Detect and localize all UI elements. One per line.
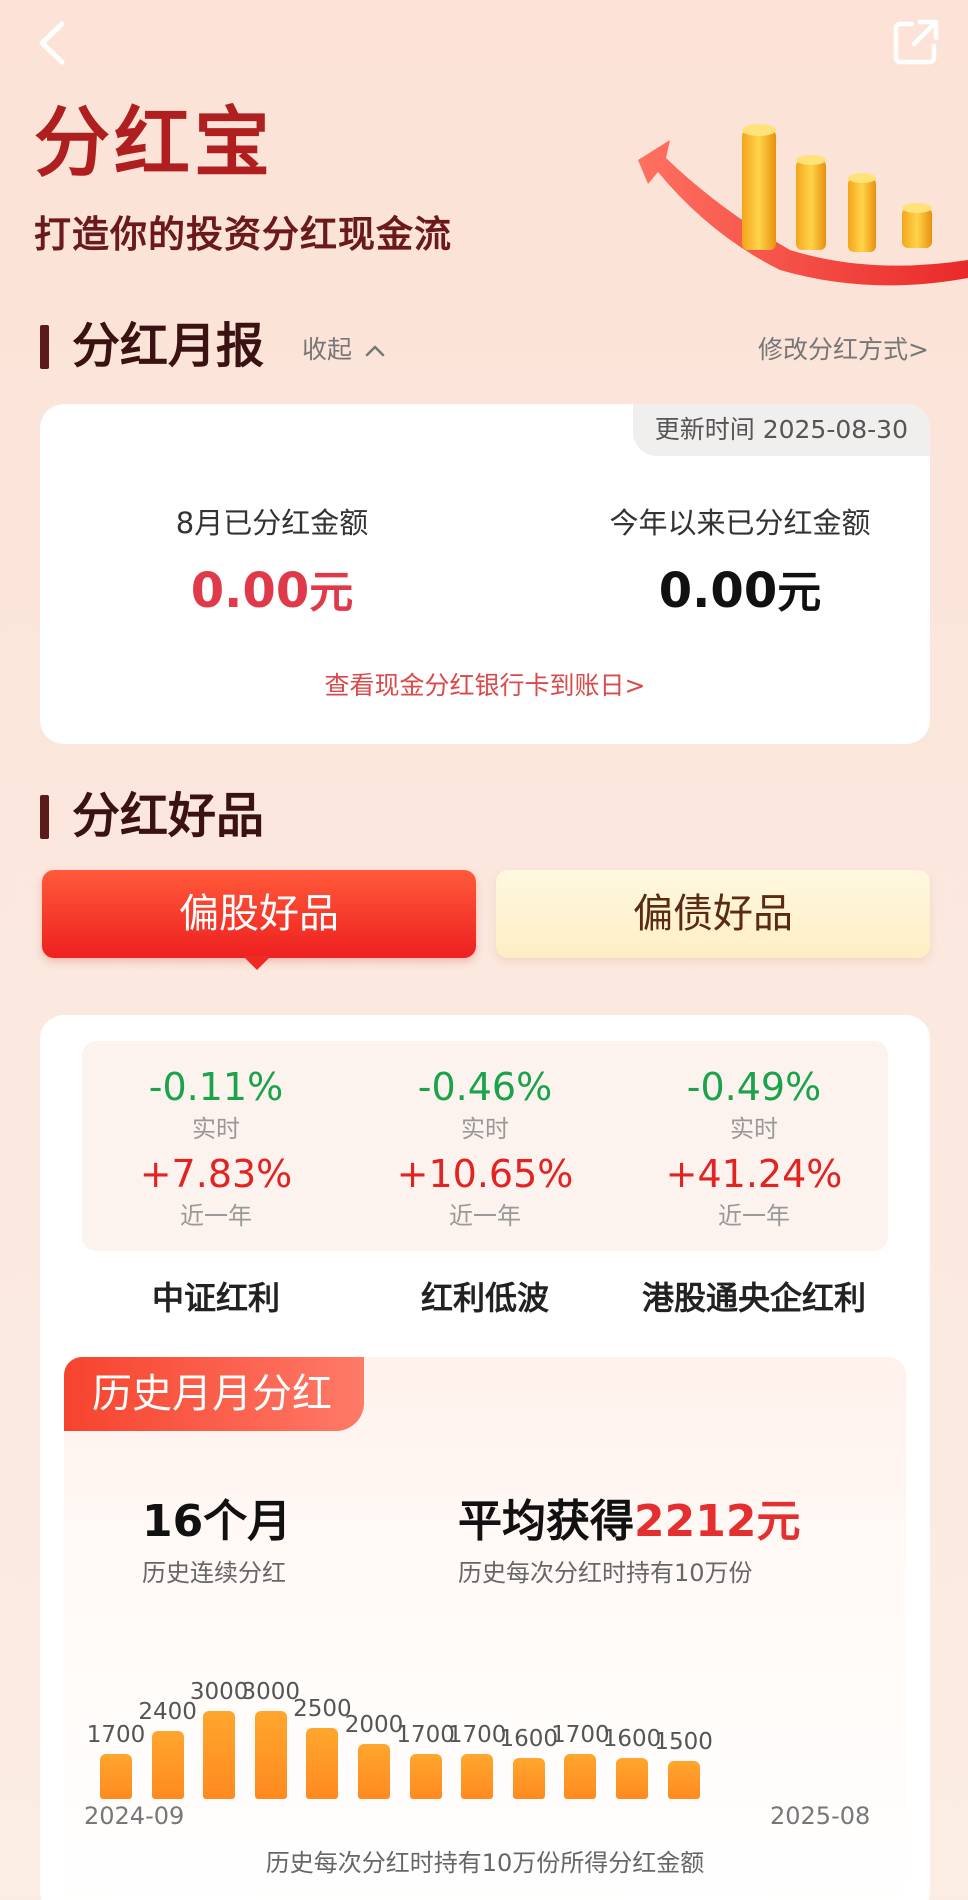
average-prefix: 平均获得 [458,1496,634,1547]
index-column: -0.11% 实时 +7.83% 近一年 [82,1065,350,1231]
chart-end-date: 2025-08 [770,1802,871,1830]
dividend-bar [409,1754,442,1799]
dividend-bar [667,1761,700,1799]
dividend-bar [461,1754,494,1799]
dividend-bar [564,1754,597,1799]
one-year-caption: 近一年 [180,1202,252,1230]
realtime-caption: 实时 [192,1115,240,1143]
year-value-unit: 元 [777,567,822,618]
dividend-bar [306,1727,339,1799]
index-column: -0.49% 实时 +41.24% 近一年 [620,1065,888,1231]
active-tab-pointer [243,956,271,970]
dividend-bar [100,1754,132,1799]
update-time-badge: 更新时间 2025-08-30 [632,404,930,456]
section-marker [40,795,49,839]
index-name-low-vol-dividend[interactable]: 红利低波 [351,1273,619,1319]
realtime-change: -0.49% [686,1065,822,1109]
dividend-bar [203,1711,236,1799]
report-section-title: 分红月报 [72,318,265,374]
dividend-bar [254,1711,287,1799]
bank-arrival-link[interactable]: 查看现金分红银行卡到账日> [40,666,930,702]
month-dividend-value: 0.00元 [82,556,462,620]
products-section-title: 分红好品 [72,788,265,844]
year-dividend-value: 0.00元 [550,556,930,620]
index-name-hk-soe-dividend[interactable]: 港股通央企红利 [620,1273,888,1319]
average-dividend-value: 平均获得2212元 [458,1485,800,1549]
one-year-change: +7.83% [139,1152,293,1196]
index-performance-box[interactable]: -0.11% 实时 +7.83% 近一年 -0.46% 实时 +10.65% 近… [82,1041,888,1251]
index-name-csi-dividend[interactable]: 中证红利 [82,1273,350,1319]
dividend-report-card: 更新时间 2025-08-30 8月已分红金额 0.00元 今年以来已分红金额 … [40,404,930,744]
realtime-change: -0.11% [148,1065,284,1109]
month-value-unit: 元 [309,567,354,618]
index-column: -0.46% 实时 +10.65% 近一年 [351,1065,619,1231]
one-year-change: +41.24% [665,1152,843,1196]
chart-caption: 历史每次分红时持有10万份所得分红金额 [265,1849,705,1877]
chart-start-date: 2024-09 [84,1802,185,1830]
average-dividend-caption: 历史每次分红时持有10万份 [458,1559,753,1587]
share-icon[interactable] [890,16,942,68]
consecutive-months-caption: 历史连续分红 [142,1559,286,1587]
average-amount: 2212元 [634,1496,801,1547]
year-dividend-label: 今年以来已分红金额 [609,506,871,540]
dividend-bar [358,1744,390,1799]
year-value-number: 0.00 [658,563,778,619]
dividend-bar [616,1757,648,1799]
tab-bond-products[interactable]: 偏债好品 [496,870,930,958]
realtime-caption: 实时 [461,1115,509,1143]
dividend-bar-chart: 1700 2400 3000 3000 2500 2000 1700 1700 1600 1700… [64,1607,906,1817]
page-subtitle: 打造你的投资分红现金流 [34,213,452,256]
collapse-button[interactable]: 收起 [302,330,386,366]
history-tag: 历史月月分红 [64,1357,364,1431]
one-year-change: +10.65% [396,1152,574,1196]
history-dividend-panel: 历史月月分红 16个月 历史连续分红 平均获得2212元 历史每次分红时持有10… [64,1357,906,1900]
page-title: 分红宝 [34,98,274,187]
section-marker [40,325,49,369]
one-year-caption: 近一年 [449,1202,521,1230]
realtime-change: -0.46% [417,1065,553,1109]
back-icon[interactable] [34,18,74,68]
dividend-bar-label: 1500 [654,1729,713,1755]
dividend-bar [512,1757,545,1799]
dividend-bar [151,1731,184,1799]
chevron-up-icon [365,345,385,357]
month-value-number: 0.00 [190,563,310,619]
collapse-label: 收起 [302,335,353,364]
tab-stock-products[interactable]: 偏股好品 [42,870,476,958]
products-card: -0.11% 实时 +7.83% 近一年 -0.46% 实时 +10.65% 近… [40,1015,930,1900]
realtime-caption: 实时 [730,1115,778,1143]
consecutive-months-value: 16个月 [142,1496,292,1547]
one-year-caption: 近一年 [718,1202,790,1230]
modify-dividend-link[interactable]: 修改分红方式> [758,330,929,366]
dividend-bar-label: 1700 [86,1722,146,1749]
month-dividend-label: 8月已分红金额 [175,506,369,540]
coins-arrow-illustration [638,124,968,286]
